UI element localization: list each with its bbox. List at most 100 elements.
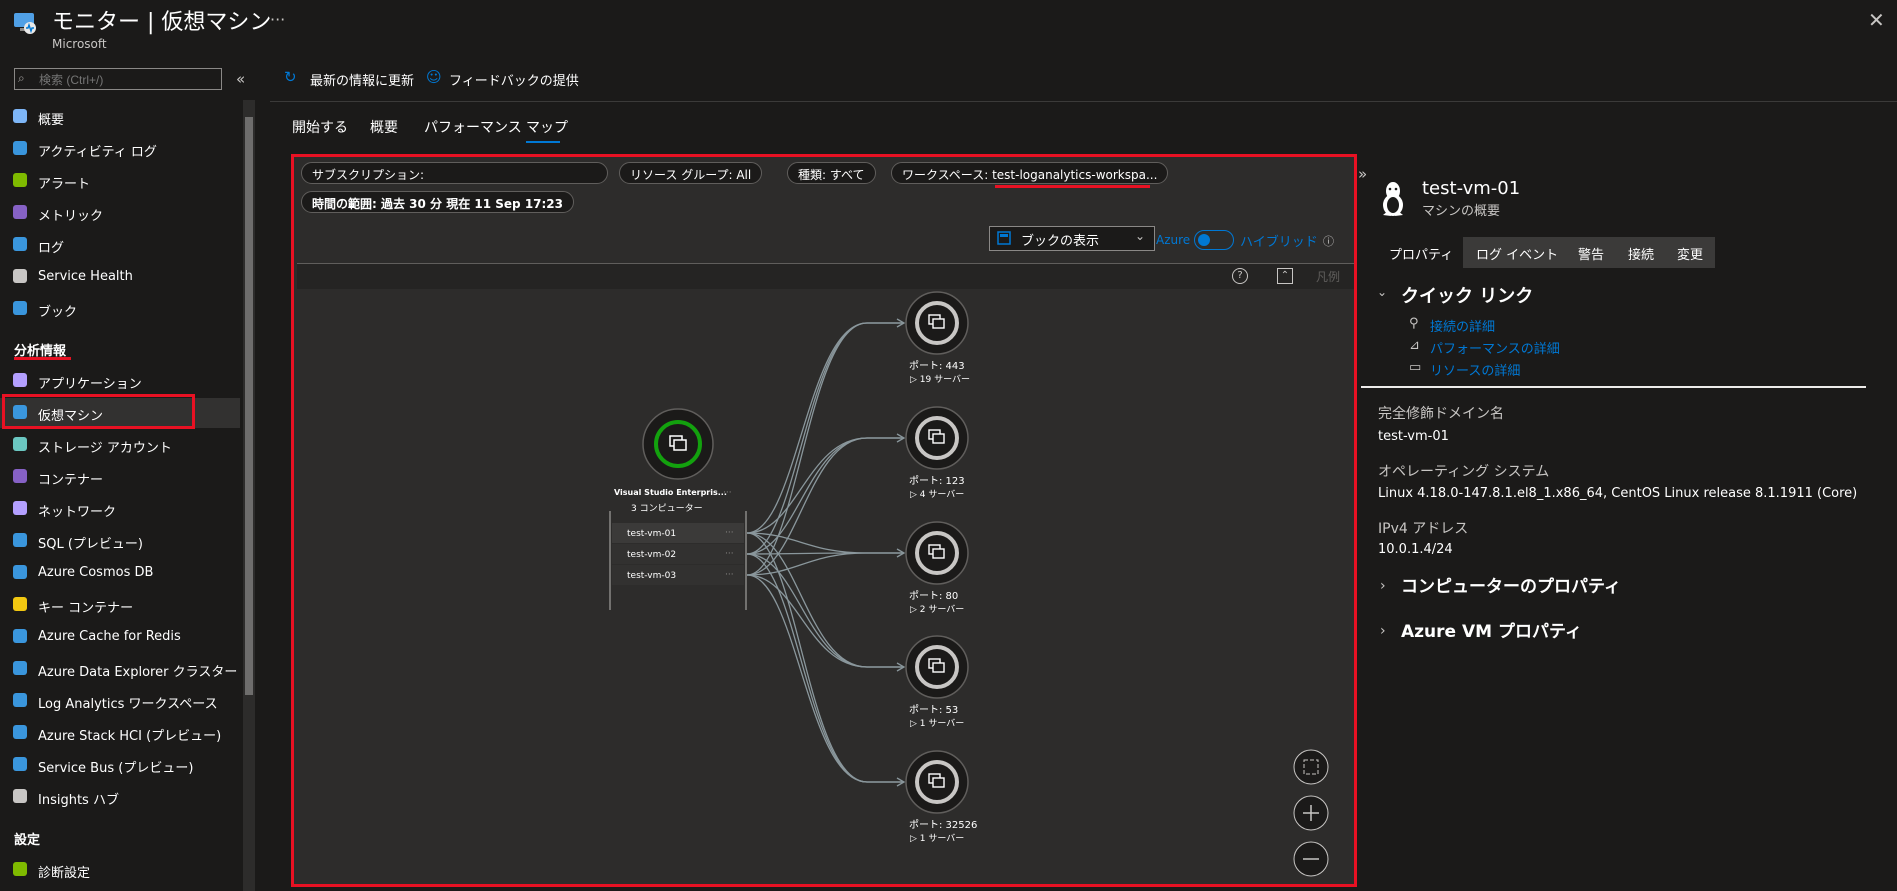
alert-icon xyxy=(13,173,27,187)
sidebar-item-log[interactable]: ログ xyxy=(0,230,240,260)
sidebar-item-workbook[interactable]: ブック xyxy=(0,294,240,324)
workspace-highlight-underline xyxy=(995,185,1150,188)
link-resource-details[interactable]: リソースの詳細 xyxy=(1430,360,1520,379)
sidebar-item-stack-hci[interactable]: Azure Stack HCI (プレビュー) xyxy=(0,718,240,748)
workspace-filter[interactable]: ワークスペース: test-loganalytics-workspa... xyxy=(891,162,1169,184)
tab-get-started[interactable]: 開始する xyxy=(292,117,348,137)
ipv4-value: 10.0.1.4/24 xyxy=(1378,542,1453,557)
subscription-filter[interactable]: サブスクリプション: xyxy=(301,162,608,184)
feedback-button[interactable]: ☺ xyxy=(426,68,442,86)
azure-vm-properties-section[interactable]: Azure VM プロパティ xyxy=(1401,617,1582,642)
zoom-out-button[interactable] xyxy=(1293,841,1329,877)
key-vault-icon xyxy=(13,597,27,611)
sidebar-item-label: ストレージ アカウント xyxy=(38,441,172,456)
sidebar-item-activity-log[interactable]: アクティビティ ログ xyxy=(0,134,240,164)
sidebar-item-sql[interactable]: SQL (プレビュー) xyxy=(0,526,240,556)
chevron-right-icon[interactable]: › xyxy=(1380,623,1386,639)
workbook-dropdown[interactable]: ブックの表示 xyxy=(989,226,1155,251)
vm-more-icon[interactable]: ··· xyxy=(725,528,734,538)
close-button[interactable]: ✕ xyxy=(1868,8,1885,32)
port-server-count[interactable]: ▷ 4 サーバー xyxy=(910,489,964,500)
sidebar-item-log-analytics[interactable]: Log Analytics ワークスペース xyxy=(0,686,240,716)
port-node[interactable]: ポート: 53 ▷ 1 サーバー xyxy=(905,635,969,729)
port-node[interactable]: ポート: 443 ▷ 19 サーバー xyxy=(905,291,970,385)
os-label: オペレーティング システム xyxy=(1378,464,1550,480)
monitor-icon xyxy=(14,13,36,34)
workspace-filter-value: test-loganalytics-workspa... xyxy=(992,168,1158,182)
port-server-count[interactable]: ▷ 2 サーバー xyxy=(910,604,964,615)
port-node[interactable]: ポート: 32526 ▷ 1 サーバー xyxy=(905,750,977,844)
port-node[interactable]: ポート: 80 ▷ 2 サーバー xyxy=(905,521,969,615)
sidebar-item-service-health[interactable]: Service Health xyxy=(0,262,240,292)
sidebar-item-redis[interactable]: Azure Cache for Redis xyxy=(0,622,240,652)
port-server-count[interactable]: ▷ 19 サーバー xyxy=(910,374,970,385)
chevron-right-icon[interactable]: › xyxy=(1380,578,1386,594)
port-label: ポート: 32526 xyxy=(909,819,977,831)
quick-links-heading[interactable]: クイック リンク xyxy=(1401,282,1533,308)
sidebar-item-label: アラート xyxy=(38,177,91,192)
sidebar-item-label: Service Health xyxy=(38,269,133,284)
vm-row[interactable]: test-vm-01 ··· xyxy=(612,523,744,543)
sidebar-item-key-vault[interactable]: キー コンテナー xyxy=(0,590,240,620)
connection-line xyxy=(746,553,903,668)
quick-links-chevron-icon[interactable]: ⌄ xyxy=(1377,285,1387,299)
help-icon[interactable]: ? xyxy=(1232,268,1248,284)
fit-to-screen-button[interactable] xyxy=(1293,749,1329,785)
info-icon[interactable]: ⓘ xyxy=(1323,233,1334,249)
time-range-filter[interactable]: 時間の範囲: 過去 30 分 現在 11 Sep 17:23 xyxy=(301,191,575,213)
sidebar-item-network[interactable]: ネットワーク xyxy=(0,494,240,524)
tab-overview[interactable]: 概要 xyxy=(370,117,398,137)
sidebar-item-metrics[interactable]: メトリック xyxy=(0,198,240,228)
sidebar-item-alert[interactable]: アラート xyxy=(0,166,240,196)
collapse-up-icon[interactable]: ⌃ xyxy=(1277,268,1293,284)
tab-log-events[interactable]: ログ イベント xyxy=(1476,244,1558,263)
vm-name-label: test-vm-03 xyxy=(627,571,676,581)
refresh-button[interactable]: ↻ xyxy=(284,68,297,86)
resource-icon: ▭ xyxy=(1409,360,1422,375)
port-server-count[interactable]: ▷ 1 サーバー xyxy=(910,833,964,844)
tab-performance[interactable]: パフォーマンス xyxy=(424,117,522,137)
sidebar-item-diagnostic-settings[interactable]: 診断設定 xyxy=(0,855,240,885)
link-connection-details[interactable]: 接続の詳細 xyxy=(1430,316,1495,335)
refresh-label[interactable]: 最新の情報に更新 xyxy=(310,70,414,89)
sidebar-item-storage[interactable]: ストレージ アカウント xyxy=(0,430,240,460)
port-label: ポート: 80 xyxy=(909,590,958,602)
tab-properties[interactable]: プロパティ xyxy=(1389,244,1453,263)
dependency-map[interactable]: Visual Studio Enterpris... ··· 3 コンピューター… xyxy=(297,289,1354,882)
kind-filter[interactable]: 種類: すべて xyxy=(787,162,876,184)
sidebar-item-container[interactable]: コンテナー xyxy=(0,462,240,492)
sidebar-item-label: Azure Cache for Redis xyxy=(38,629,181,644)
more-options-button[interactable]: ··· xyxy=(270,10,285,29)
sidebar-item-overview[interactable]: 概要 xyxy=(0,102,240,132)
sidebar-item-service-bus[interactable]: Service Bus (プレビュー) xyxy=(0,750,240,780)
sidebar-scrollbar-thumb[interactable] xyxy=(245,117,253,695)
collapse-pane-icon[interactable]: » xyxy=(1358,165,1367,183)
vm-group-more-icon[interactable]: ··· xyxy=(723,488,732,498)
port-server-count[interactable]: ▷ 1 サーバー xyxy=(910,718,964,729)
fqdn-label: 完全修飾ドメイン名 xyxy=(1378,406,1504,422)
vm-row[interactable]: test-vm-02 ··· xyxy=(612,544,744,564)
vm-group-node[interactable] xyxy=(642,408,714,480)
zoom-in-button[interactable] xyxy=(1293,795,1329,831)
sidebar-item-more[interactable]: Insights ハブ xyxy=(0,782,240,812)
legend-button[interactable]: 凡例 xyxy=(1316,268,1340,285)
vm-name-label: test-vm-01 xyxy=(627,529,676,539)
tab-changes[interactable]: 変更 xyxy=(1677,244,1703,263)
resource-group-filter[interactable]: リソース グループ: All xyxy=(619,162,763,184)
port-node[interactable]: ポート: 123 ▷ 4 サーバー xyxy=(905,406,969,500)
sidebar-item-application[interactable]: アプリケーション xyxy=(0,366,240,396)
vm-row[interactable]: test-vm-03 ··· xyxy=(612,565,744,585)
sidebar-item-data-explorer[interactable]: Azure Data Explorer クラスター xyxy=(0,654,240,684)
feedback-label[interactable]: フィードバックの提供 xyxy=(449,70,579,89)
tab-connections[interactable]: 接続 xyxy=(1628,244,1654,263)
sidebar-item-cosmos-db[interactable]: Azure Cosmos DB xyxy=(0,558,240,588)
vm-more-icon[interactable]: ··· xyxy=(725,570,734,580)
link-performance-details[interactable]: パフォーマンスの詳細 xyxy=(1430,338,1560,357)
collapse-sidebar-icon[interactable]: « xyxy=(236,70,245,88)
vm-more-icon[interactable]: ··· xyxy=(725,549,734,559)
linux-icon xyxy=(1383,182,1403,216)
tab-alerts[interactable]: 警告 xyxy=(1578,244,1604,263)
search-input[interactable] xyxy=(14,68,222,90)
tab-map[interactable]: マップ xyxy=(526,117,568,137)
computer-properties-section[interactable]: コンピューターのプロパティ xyxy=(1401,572,1621,597)
